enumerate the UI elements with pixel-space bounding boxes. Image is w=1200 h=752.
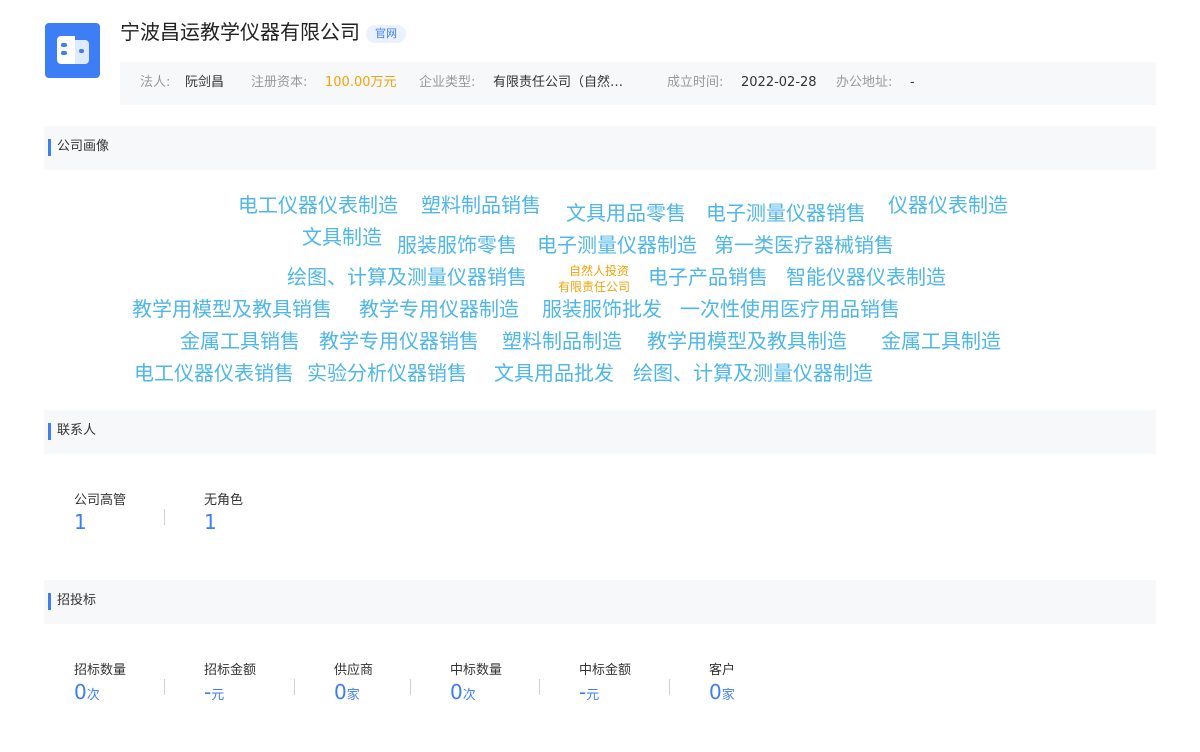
section-title: 招投标 — [57, 593, 97, 608]
tag[interactable]: 仪器仪表制造 — [888, 192, 1008, 218]
bid-count-stat[interactable]: 招标数量 0次 — [74, 662, 126, 704]
company-type-label: 企业类型: — [419, 75, 476, 90]
founded-label: 成立时间: — [667, 75, 724, 90]
company-info-bar: 法人: 阮剑昌 注册资本: 100.00万元 企业类型: 有限责任公司（自然… … — [120, 62, 1156, 105]
stat-unit: 元 — [211, 688, 225, 703]
window-icon — [79, 49, 84, 53]
stat-label: 公司高管 — [74, 493, 127, 508]
divider — [410, 679, 411, 695]
supplier-stat[interactable]: 供应商 0家 — [334, 662, 373, 704]
tag[interactable]: 智能仪器仪表制造 — [786, 264, 946, 290]
capital-value: 100.00万元 — [325, 75, 397, 90]
bid-amount-stat[interactable]: 招标金额 -元 — [204, 662, 256, 704]
stat-label: 无角色 — [204, 493, 244, 508]
customer-stat[interactable]: 客户 0家 — [709, 662, 735, 704]
tag[interactable]: 绘图、计算及测量仪器制造 — [633, 360, 873, 386]
section-accent-bar — [48, 139, 51, 156]
company-name: 宁波昌运教学仪器有限公司 — [120, 20, 360, 44]
divider — [294, 679, 295, 695]
tag[interactable]: 塑料制品制造 — [502, 328, 622, 354]
legal-rep-value[interactable]: 阮剑昌 — [185, 74, 224, 92]
founded-value: 2022-02-28 — [741, 75, 817, 90]
stat-label: 供应商 — [334, 663, 374, 678]
stat-value: 1 — [74, 510, 87, 534]
divider — [669, 679, 670, 695]
stat-unit: 次 — [86, 688, 100, 703]
tag[interactable]: 电子测量仪器制造 — [537, 232, 697, 258]
stat-unit: 元 — [586, 688, 600, 703]
building-icon — [57, 36, 75, 64]
tag[interactable]: 电工仪器仪表销售 — [134, 360, 294, 386]
tag[interactable]: 金属工具销售 — [180, 328, 300, 354]
tag[interactable]: 电子测量仪器销售 — [706, 200, 866, 226]
section-title: 公司画像 — [57, 139, 110, 154]
section-accent-bar — [48, 423, 51, 440]
stat-value: 1 — [204, 510, 217, 534]
company-type-value: 有限责任公司（自然… — [493, 75, 624, 90]
stat-label: 招标金额 — [204, 663, 257, 678]
section-title: 联系人 — [57, 423, 97, 438]
tag[interactable]: 金属工具制造 — [881, 328, 1001, 354]
stat-label: 中标数量 — [450, 663, 503, 678]
stat-value: 0 — [334, 680, 347, 704]
company-type-tag-line2: 有限责任公司 — [558, 280, 631, 294]
legal-rep-label: 法人: — [140, 75, 171, 90]
tag[interactable]: 文具制造 — [302, 224, 382, 250]
tag[interactable]: 第一类医疗器械销售 — [714, 232, 894, 258]
stat-unit: 次 — [462, 688, 476, 703]
tag[interactable]: 一次性使用医疗用品销售 — [680, 296, 900, 322]
stat-value: 0 — [709, 680, 722, 704]
stat-unit: 家 — [721, 688, 735, 703]
tag[interactable]: 电工仪器仪表制造 — [238, 192, 398, 218]
stat-label: 招标数量 — [74, 663, 127, 678]
window-icon — [61, 43, 67, 47]
bidding-section-header: 招投标 — [44, 580, 1156, 624]
stat-label: 中标金额 — [579, 663, 632, 678]
tag[interactable]: 塑料制品销售 — [421, 192, 541, 218]
divider — [164, 679, 165, 695]
stat-value: 0 — [74, 680, 87, 704]
tag[interactable]: 文具用品批发 — [494, 360, 614, 386]
stat-value: 0 — [450, 680, 463, 704]
website-badge[interactable]: 官网 — [366, 25, 406, 43]
tag[interactable]: 电子产品销售 — [648, 264, 768, 290]
win-count-stat[interactable]: 中标数量 0次 — [450, 662, 502, 704]
tag[interactable]: 服装服饰零售 — [397, 232, 517, 258]
section-accent-bar — [48, 593, 51, 610]
no-role-stat[interactable]: 无角色 1 — [204, 492, 243, 534]
company-logo — [45, 23, 100, 78]
tag[interactable]: 教学用模型及教具制造 — [647, 328, 847, 354]
portrait-section-header: 公司画像 — [44, 126, 1156, 170]
stat-unit: 家 — [346, 688, 360, 703]
executives-stat[interactable]: 公司高管 1 — [74, 492, 126, 534]
tag[interactable]: 绘图、计算及测量仪器销售 — [287, 264, 527, 290]
company-type-tag-line1: 自然人投资 — [569, 264, 630, 278]
tag[interactable]: 教学专用仪器销售 — [319, 328, 479, 354]
tag[interactable]: 教学用模型及教具销售 — [132, 296, 332, 322]
tag[interactable]: 文具用品零售 — [566, 200, 686, 226]
window-icon — [61, 51, 67, 55]
stat-label: 客户 — [709, 663, 736, 678]
address-label: 办公地址: — [836, 75, 893, 90]
tag[interactable]: 实验分析仪器销售 — [307, 360, 467, 386]
divider — [164, 509, 165, 525]
tag[interactable]: 教学专用仪器制造 — [359, 296, 519, 322]
divider — [539, 679, 540, 695]
win-amount-stat[interactable]: 中标金额 -元 — [579, 662, 631, 704]
contacts-section-header: 联系人 — [44, 410, 1156, 454]
address-value: - — [910, 75, 915, 90]
capital-label: 注册资本: — [251, 75, 308, 90]
tag[interactable]: 服装服饰批发 — [542, 296, 662, 322]
